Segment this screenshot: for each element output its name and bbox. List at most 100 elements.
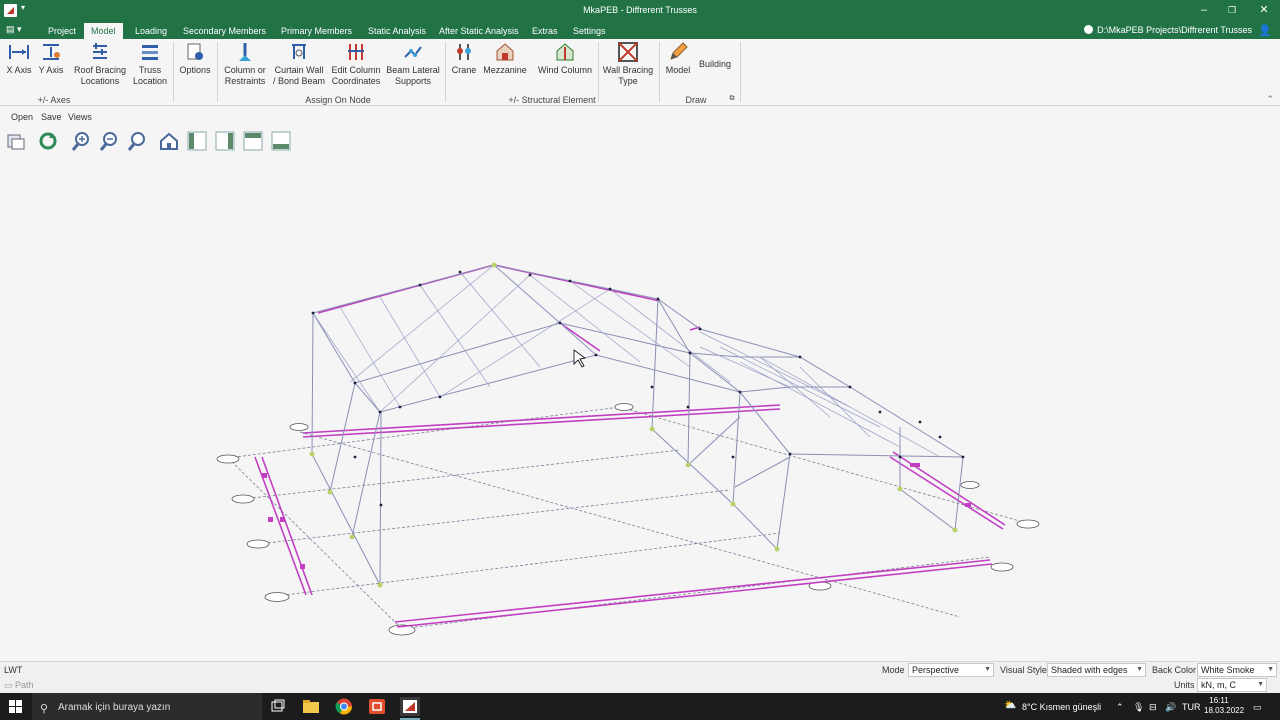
microphone-icon[interactable]: 🎙 — [1133, 702, 1144, 713]
chevron-down-icon: ▼ — [1267, 666, 1274, 673]
mezzanine-label: Mezzanine — [483, 65, 527, 75]
model-button[interactable]: Model — [662, 41, 694, 76]
tab-primary-members[interactable]: Primary Members — [274, 23, 359, 39]
restore-icon[interactable]: ❐ — [1222, 3, 1242, 19]
building-button[interactable]: Building — [697, 59, 733, 70]
units-value: kN, m, C — [1201, 680, 1236, 690]
tab-settings[interactable]: Settings — [566, 23, 613, 39]
column-restraints-icon — [239, 43, 251, 61]
refresh-icon[interactable] — [37, 130, 59, 152]
ribbon-separator — [173, 42, 174, 102]
visual-style-value: Shaded with edges — [1051, 665, 1128, 675]
left-view-icon[interactable] — [186, 130, 208, 152]
top-view-icon[interactable] — [242, 130, 264, 152]
column-label-1: Column or — [224, 65, 266, 75]
roof-bracing-label-1: Roof Bracing — [73, 65, 127, 75]
back-color-select[interactable]: White Smoke ▼ — [1197, 663, 1277, 677]
close-icon[interactable]: ✕ — [1254, 3, 1274, 19]
minimize-icon[interactable]: – — [1194, 3, 1214, 19]
views-menu[interactable]: Views — [68, 112, 92, 122]
task-view-icon[interactable] — [268, 697, 288, 716]
curtain-label-1: Curtain Wall — [274, 65, 324, 75]
clock[interactable]: 16:11 18.03.2022 — [1204, 696, 1244, 716]
tab-project[interactable]: Project — [41, 23, 83, 39]
roof-bracing-locations-button[interactable]: Roof Bracing Locations — [72, 41, 128, 87]
group-assign-label: Assign On Node — [305, 95, 371, 105]
home-view-icon[interactable] — [158, 130, 180, 152]
tab-after-static-analysis[interactable]: After Static Analysis — [432, 23, 526, 39]
x-axis-button[interactable]: X Axis — [4, 41, 34, 76]
network-icon[interactable]: ⊟ — [1149, 702, 1157, 713]
options-button[interactable]: Options — [177, 41, 213, 76]
mode-value: Perspective — [912, 665, 960, 675]
weather-icon: ⛅ — [1004, 700, 1017, 711]
curtain-wall-icon — [292, 44, 306, 59]
wall-bracing-lines — [254, 264, 1006, 628]
file-menu-icon[interactable]: ▤ ▾ — [6, 24, 24, 37]
zoom-out-icon[interactable] — [98, 130, 120, 152]
beam-lateral-supports-button[interactable]: Beam Lateral Supports — [386, 41, 440, 87]
column-label-2: Restraints — [224, 76, 266, 86]
pencil-icon — [670, 42, 688, 60]
curtain-wall-button[interactable]: Curtain Wall / Bond Beam — [272, 41, 326, 87]
y-axis-button[interactable]: Y Axis — [36, 41, 66, 76]
group-axes: +/- Axes Assign On Node — [0, 95, 371, 105]
save-menu[interactable]: Save — [41, 112, 62, 122]
weather-text[interactable]: 8°C Kısmen güneşli — [1022, 702, 1101, 712]
units-label: Units — [1174, 680, 1195, 690]
wall-bracing-type-button[interactable]: Wall Bracing Type — [601, 41, 655, 87]
ribbon-tabs: ▤ ▾ Project Model Loading Secondary Memb… — [0, 22, 1280, 39]
mezzanine-button[interactable]: Mezzanine — [482, 41, 528, 76]
open-menu[interactable]: Open — [11, 112, 33, 122]
mkapeb-taskbar-icon[interactable] — [400, 697, 420, 716]
tray-expand-icon[interactable]: ⌃ — [1116, 702, 1124, 713]
ribbon: X Axis Y Axis Roof Bracing Locations Tru… — [0, 39, 1280, 106]
tab-model[interactable]: Model — [84, 23, 123, 39]
title-bar: ▾ MkaPEB - Diffrerent Trusses – ❐ ✕ — [0, 0, 1280, 22]
taskbar-search[interactable]: ⚲ Aramak için buraya yazın — [32, 693, 262, 720]
wall-bracing-label-2: Type — [618, 76, 638, 86]
notification-icon[interactable]: ▭ — [1253, 702, 1262, 713]
structure-3d-view[interactable] — [0, 157, 1280, 661]
file-explorer-icon[interactable] — [301, 697, 321, 716]
zoom-extents-icon[interactable] — [126, 130, 148, 152]
taskbar: ⚲ Aramak için buraya yazın ⛅ 8°C Kısmen … — [0, 693, 1280, 720]
beam-lat-label-1: Beam Lateral — [386, 65, 440, 75]
right-view-icon[interactable] — [214, 130, 236, 152]
crane-button[interactable]: Crane — [449, 41, 479, 76]
tab-secondary-members[interactable]: Secondary Members — [176, 23, 273, 39]
windows-start-icon[interactable] — [9, 700, 22, 713]
volume-icon[interactable]: 🔊 — [1165, 702, 1176, 713]
tab-loading[interactable]: Loading — [128, 23, 174, 39]
model-viewport[interactable] — [0, 157, 1280, 661]
y-axis-icon — [43, 44, 60, 60]
draw-dialog-launcher-icon[interactable]: ⧉ — [727, 95, 737, 103]
truss-location-button[interactable]: Truss Location — [131, 41, 169, 87]
edit-column-coordinates-button[interactable]: Edit Column Coordinates — [330, 41, 382, 87]
column-supports — [309, 262, 958, 588]
bottom-view-icon[interactable] — [270, 130, 292, 152]
back-color-label: Back Color — [1152, 665, 1197, 675]
chrome-icon[interactable] — [334, 697, 354, 716]
group-draw-label: Draw — [685, 95, 707, 105]
status-bar: LWT Mode Perspective ▼ Visual Style Shade… — [0, 661, 1280, 677]
user-icon[interactable]: 👤 — [1258, 24, 1272, 37]
tab-static-analysis[interactable]: Static Analysis — [361, 23, 433, 39]
language-indicator[interactable]: TUR — [1182, 702, 1201, 712]
tab-extras[interactable]: Extras — [525, 23, 565, 39]
mouse-cursor-icon — [573, 349, 586, 368]
truss-location-icon — [142, 45, 158, 60]
path-text: Path — [15, 680, 34, 690]
column-restraints-button[interactable]: Column or Restraints — [221, 41, 269, 87]
zoom-in-icon[interactable] — [70, 130, 92, 152]
collapse-ribbon-icon[interactable]: ⌃ — [1266, 94, 1274, 105]
units-select[interactable]: kN, m, C ▼ — [1197, 678, 1267, 692]
mode-select[interactable]: Perspective ▼ — [908, 663, 994, 677]
clock-time: 16:11 — [1209, 696, 1229, 705]
visual-style-select[interactable]: Shaded with edges ▼ — [1047, 663, 1146, 677]
views-toolbar: Open Save Views — [0, 107, 1280, 157]
red-app-icon[interactable] — [367, 697, 387, 716]
layers-icon[interactable] — [5, 130, 27, 152]
back-color-value: White Smoke — [1201, 665, 1255, 675]
wind-column-button[interactable]: Wind Column — [536, 41, 594, 76]
